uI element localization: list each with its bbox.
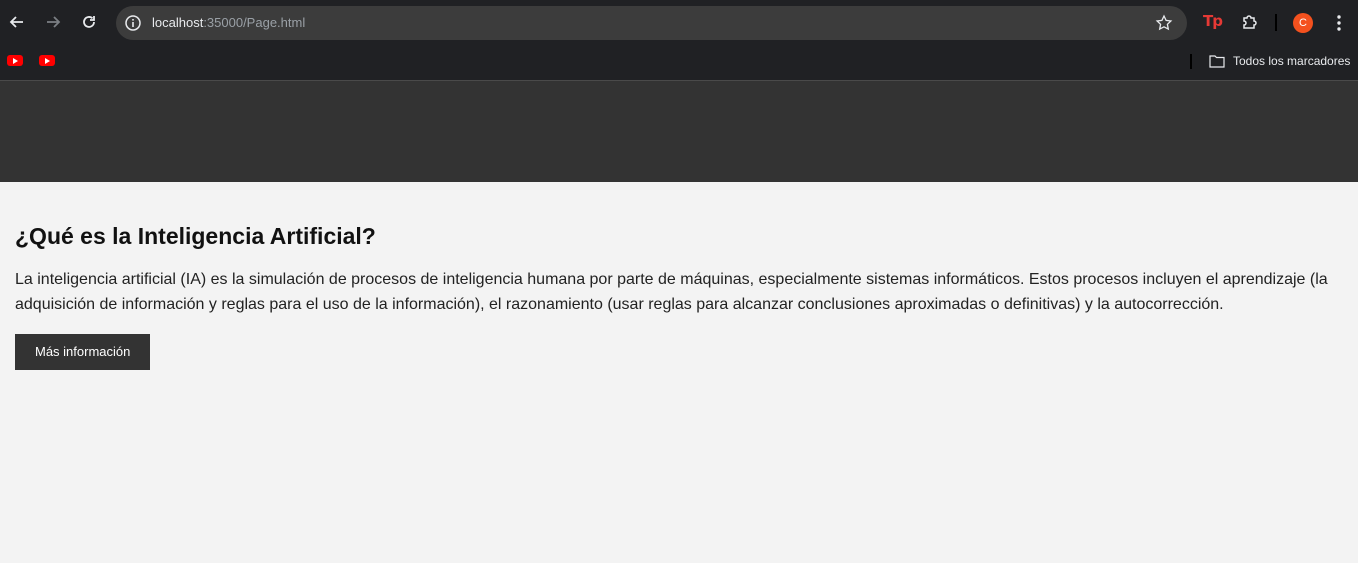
- url-host: localhost: [152, 15, 204, 30]
- all-bookmarks-button[interactable]: Todos los marcadores: [1209, 52, 1350, 70]
- extensions-puzzle-icon[interactable]: [1240, 12, 1260, 32]
- browser-toolbar: localhost:35000/Page.html Tp C: [0, 0, 1358, 46]
- main-content: ¿Qué es la Inteligencia Artificial? La i…: [0, 182, 1358, 370]
- browser-chrome: localhost:35000/Page.html Tp C Todos los…: [0, 0, 1358, 81]
- intro-paragraph: La inteligencia artificial (IA) es la si…: [15, 271, 1328, 313]
- back-arrow-icon[interactable]: [6, 11, 28, 33]
- folder-icon: [1209, 55, 1225, 68]
- all-bookmarks-label: Todos los marcadores: [1233, 54, 1351, 68]
- reload-icon[interactable]: [78, 11, 100, 33]
- address-bar[interactable]: localhost:35000/Page.html: [116, 6, 1187, 40]
- kebab-menu-icon[interactable]: [1330, 12, 1348, 34]
- bookmarks-divider: [1190, 54, 1192, 69]
- youtube-icon[interactable]: [39, 55, 55, 66]
- page-title: ¿Qué es la Inteligencia Artificial?: [15, 223, 376, 249]
- forward-arrow-icon[interactable]: [42, 11, 64, 33]
- info-icon[interactable]: [124, 14, 142, 32]
- address-url[interactable]: localhost:35000/Page.html: [152, 6, 305, 40]
- toolbar-divider: [1275, 14, 1277, 31]
- youtube-icon[interactable]: [7, 55, 23, 66]
- profile-avatar[interactable]: C: [1293, 13, 1313, 33]
- star-icon[interactable]: [1155, 14, 1173, 32]
- bookmarks-bar: Todos los marcadores: [0, 46, 1358, 81]
- page-header: [0, 81, 1358, 182]
- extension-tp-icon[interactable]: Tp: [1203, 12, 1223, 30]
- more-info-button[interactable]: Más información: [15, 334, 151, 370]
- url-path: :35000/Page.html: [203, 15, 306, 30]
